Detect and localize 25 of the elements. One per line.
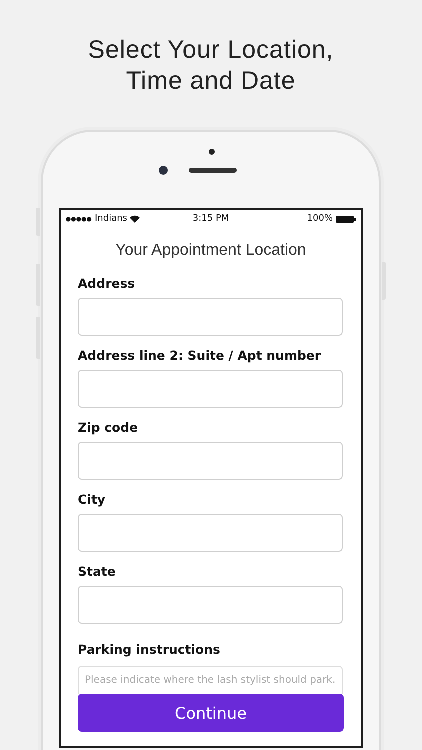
sensor-icon	[209, 149, 215, 155]
headline: Select Your Location,	[88, 35, 334, 66]
field-label: State	[78, 564, 117, 580]
clock-time: 3:15 PM	[192, 214, 230, 224]
input-field[interactable]	[78, 514, 343, 552]
field-label: City	[78, 492, 107, 508]
field-label: Address line 2: Suite / Apt number	[78, 348, 322, 364]
battery-percent: 100%	[307, 214, 334, 224]
wifi-icon	[130, 215, 140, 223]
speaker-icon	[189, 168, 237, 173]
field-label: Zip code	[78, 420, 140, 436]
screen-title: Your Appointment Location	[114, 242, 308, 260]
input-field[interactable]	[78, 442, 343, 480]
signal-icon	[66, 216, 92, 222]
camera-icon	[159, 166, 168, 175]
carrier-name: Indians	[95, 214, 128, 224]
text-area[interactable]: Please indicate where the lash stylist should park.	[78, 666, 343, 694]
field-label: Address	[78, 276, 136, 292]
continue-button[interactable]: Continue	[78, 694, 344, 732]
field-label: Parking instructions	[78, 642, 222, 658]
input-field[interactable]	[78, 298, 343, 336]
input-field[interactable]	[78, 370, 343, 408]
input-field[interactable]	[78, 586, 343, 624]
headline: Time and Date	[126, 66, 296, 97]
battery-icon	[336, 216, 356, 222]
